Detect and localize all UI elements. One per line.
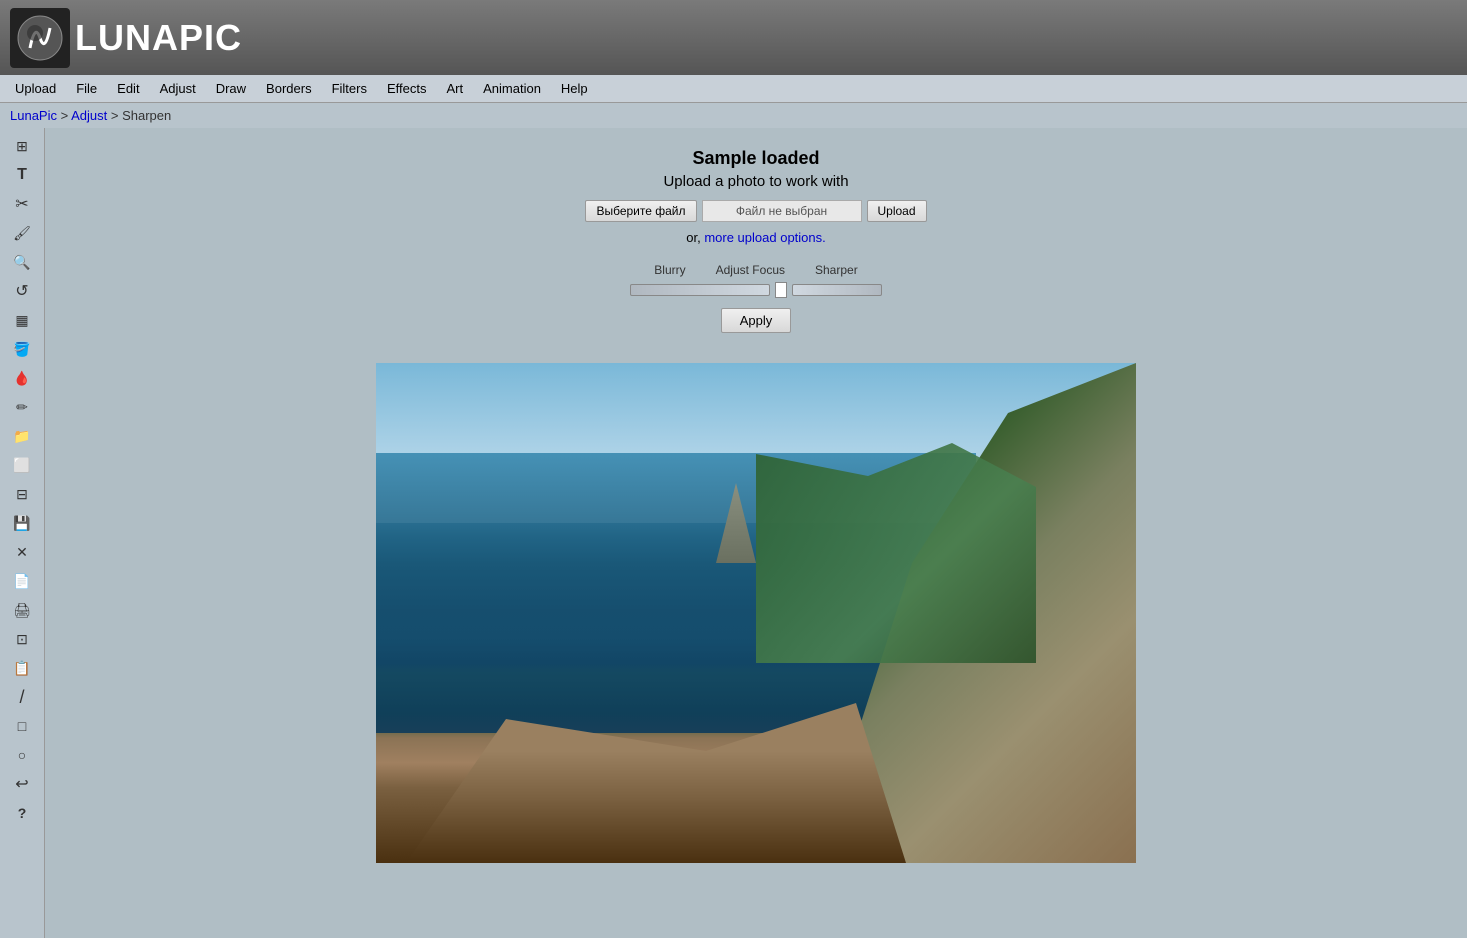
brush-tool[interactable]: ✏ <box>7 394 37 420</box>
slider-left-track <box>630 284 770 296</box>
fill-tool[interactable]: 🪣 <box>7 336 37 362</box>
eyedropper-tool[interactable]: 🩸 <box>7 365 37 391</box>
main: ⊞ T ✂ 🖌 🔍 ↺ ▦ 🪣 🩸 ✏ 📁 ⬜ ⊟ 💾 ✕ 📄 🖨 ⊡ 📋 / … <box>0 128 1467 938</box>
layers-tool[interactable]: ⊟ <box>7 481 37 507</box>
menubar: Upload File Edit Adjust Draw Borders Fil… <box>0 75 1467 103</box>
breadcrumb-adjust[interactable]: Adjust <box>71 108 107 123</box>
copy-tool[interactable]: ⊡ <box>7 626 37 652</box>
toolbar: ⊞ T ✂ 🖌 🔍 ↺ ▦ 🪣 🩸 ✏ 📁 ⬜ ⊟ 💾 ✕ 📄 🖨 ⊡ 📋 / … <box>0 128 45 938</box>
menu-upload[interactable]: Upload <box>5 78 66 99</box>
folder-tool[interactable]: 📁 <box>7 423 37 449</box>
help-tool[interactable]: ? <box>7 800 37 826</box>
menu-file[interactable]: File <box>66 78 107 99</box>
control-panel: Sample loaded Upload a photo to work wit… <box>585 148 926 333</box>
more-upload-options-link[interactable]: more upload options. <box>704 230 825 245</box>
rotate-tool[interactable]: ↺ <box>7 278 37 304</box>
label-blurry: Blurry <box>654 263 685 277</box>
menu-help[interactable]: Help <box>551 78 598 99</box>
breadcrumb: LunaPic > Adjust > Sharpen <box>0 103 1467 128</box>
logo-text: LUNAPIC <box>75 17 242 59</box>
scissors-tool[interactable]: ✂ <box>7 191 37 217</box>
print-tool[interactable]: 🖨 <box>7 597 37 623</box>
label-sharper: Sharper <box>815 263 858 277</box>
menu-adjust[interactable]: Adjust <box>150 78 206 99</box>
zoom-tool[interactable]: 🔍 <box>7 249 37 275</box>
new-tool[interactable]: 📄 <box>7 568 37 594</box>
upload-options-row: or, more upload options. <box>585 230 926 245</box>
upload-button[interactable]: Upload <box>867 200 927 222</box>
paint-tool[interactable]: 🖌 <box>7 220 37 246</box>
undo-tool[interactable]: ↩ <box>7 771 37 797</box>
file-upload-row: Выберите файл Файл не выбран Upload <box>585 200 926 222</box>
breadcrumb-lunapic[interactable]: LunaPic <box>10 108 57 123</box>
menu-borders[interactable]: Borders <box>256 78 322 99</box>
select-tool[interactable]: ⊞ <box>7 133 37 159</box>
slider-labels: Blurry Adjust Focus Sharper <box>654 263 857 277</box>
slider-thumb[interactable] <box>775 282 787 298</box>
menu-edit[interactable]: Edit <box>107 78 149 99</box>
sharpen-controls: Blurry Adjust Focus Sharper Apply <box>585 263 926 333</box>
apply-button[interactable]: Apply <box>721 308 792 333</box>
logo-icon <box>10 8 70 68</box>
sample-loaded-title: Sample loaded <box>585 148 926 169</box>
menu-art[interactable]: Art <box>436 78 473 99</box>
line-tool[interactable]: / <box>7 684 37 710</box>
eraser-tool[interactable]: ⬜ <box>7 452 37 478</box>
menu-filters[interactable]: Filters <box>322 78 377 99</box>
slider-row <box>630 282 882 298</box>
upload-prompt: Upload a photo to work with <box>585 173 926 190</box>
rect-tool[interactable]: □ <box>7 713 37 739</box>
file-name-display: Файл не выбран <box>702 200 862 222</box>
close-tool[interactable]: ✕ <box>7 539 37 565</box>
choose-file-button[interactable]: Выберите файл <box>585 200 696 222</box>
menu-effects[interactable]: Effects <box>377 78 437 99</box>
header: LUNAPIC <box>0 0 1467 75</box>
menu-draw[interactable]: Draw <box>206 78 256 99</box>
slider-right-track <box>792 284 882 296</box>
logo-container: LUNAPIC <box>10 8 242 68</box>
ellipse-tool[interactable]: ○ <box>7 742 37 768</box>
save-tool[interactable]: 💾 <box>7 510 37 536</box>
content: Sample loaded Upload a photo to work wit… <box>45 128 1467 938</box>
menu-animation[interactable]: Animation <box>473 78 551 99</box>
grid-tool[interactable]: ▦ <box>7 307 37 333</box>
breadcrumb-current: Sharpen <box>122 108 171 123</box>
paste-tool[interactable]: 📋 <box>7 655 37 681</box>
text-tool[interactable]: T <box>7 162 37 188</box>
label-adjust: Adjust Focus <box>716 263 785 277</box>
sample-image <box>376 363 1136 863</box>
image-container <box>376 363 1136 863</box>
